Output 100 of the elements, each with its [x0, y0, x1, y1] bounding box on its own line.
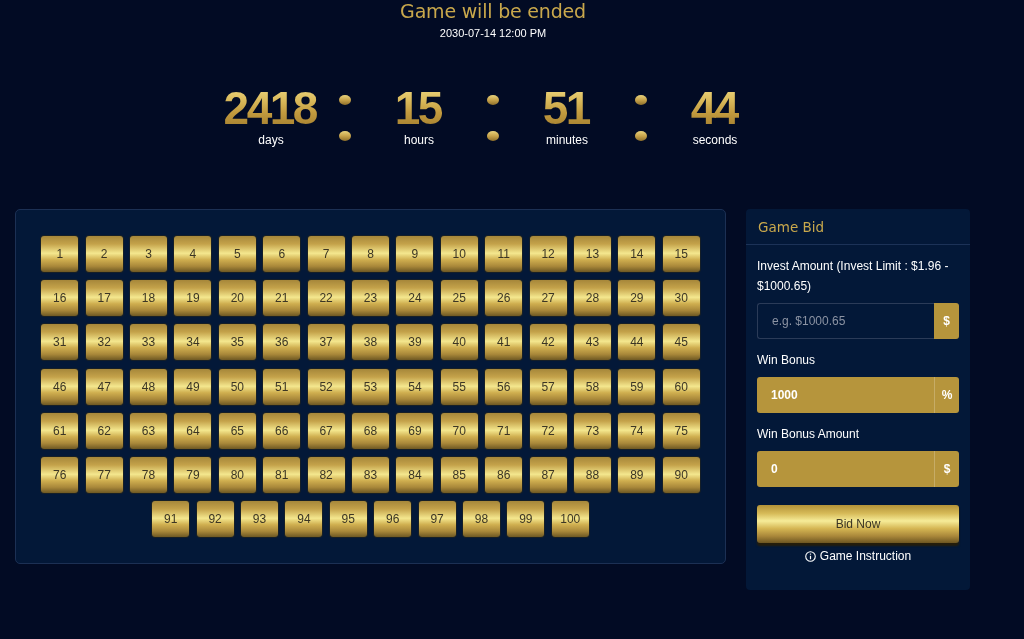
number-button[interactable]: 55 [440, 368, 478, 405]
number-button[interactable]: 94 [285, 501, 323, 538]
number-button[interactable]: 99 [507, 501, 545, 538]
number-button[interactable]: 4 [174, 236, 212, 272]
instruction-link[interactable]: Game Instruction [819, 548, 912, 564]
number-button[interactable]: 95 [329, 501, 367, 538]
number-button[interactable]: 11 [485, 236, 523, 272]
number-button[interactable]: 65 [218, 412, 256, 449]
number-button[interactable]: 47 [85, 368, 123, 405]
number-button[interactable]: 26 [485, 280, 523, 317]
number-button[interactable]: 29 [618, 280, 656, 317]
number-button[interactable]: 85 [440, 456, 478, 493]
number-button[interactable]: 24 [396, 280, 434, 317]
number-button[interactable]: 73 [573, 412, 611, 449]
number-button[interactable]: 39 [396, 324, 434, 361]
number-button[interactable]: 31 [41, 324, 79, 361]
number-button[interactable]: 53 [352, 368, 389, 405]
number-button[interactable]: 72 [529, 412, 567, 449]
number-button[interactable]: 38 [352, 324, 389, 361]
number-button[interactable]: 84 [396, 456, 434, 493]
number-button[interactable]: 48 [130, 368, 168, 405]
number-button[interactable]: 100 [551, 501, 589, 538]
number-button[interactable]: 43 [573, 324, 611, 361]
number-button[interactable]: 7 [307, 236, 345, 272]
number-button[interactable]: 86 [485, 456, 523, 493]
number-button[interactable]: 28 [573, 280, 611, 317]
number-button[interactable]: 98 [462, 501, 500, 538]
number-button[interactable]: 89 [618, 456, 656, 493]
number-button[interactable]: 93 [241, 501, 278, 538]
number-button[interactable]: 96 [374, 501, 412, 538]
number-button[interactable]: 3 [130, 236, 168, 272]
number-button[interactable]: 77 [85, 456, 123, 493]
number-button[interactable]: 25 [440, 280, 478, 317]
number-button[interactable]: 2 [85, 236, 123, 272]
number-button[interactable]: 21 [263, 280, 301, 317]
number-button[interactable]: 69 [396, 412, 434, 449]
number-button[interactable]: 34 [174, 324, 212, 361]
number-button[interactable]: 33 [130, 324, 168, 361]
number-button[interactable]: 23 [352, 280, 389, 317]
number-button[interactable]: 41 [485, 324, 523, 361]
number-button[interactable]: 91 [152, 501, 190, 538]
number-button[interactable]: 15 [662, 236, 700, 272]
number-button[interactable]: 46 [41, 368, 79, 405]
number-button[interactable]: 22 [307, 280, 345, 317]
number-button[interactable]: 30 [662, 280, 700, 317]
number-button[interactable]: 97 [418, 501, 456, 538]
number-button[interactable]: 66 [263, 412, 301, 449]
number-button[interactable]: 44 [618, 324, 656, 361]
number-button[interactable]: 71 [485, 412, 523, 449]
number-button[interactable]: 64 [174, 412, 212, 449]
number-button[interactable]: 75 [662, 412, 700, 449]
number-button[interactable]: 76 [41, 456, 79, 493]
number-button[interactable]: 6 [263, 236, 301, 272]
number-button[interactable]: 1 [41, 236, 79, 272]
number-button[interactable]: 20 [218, 280, 256, 317]
input-field[interactable]: e.g. $1000.65 [757, 303, 934, 339]
number-button[interactable]: 61 [41, 412, 79, 449]
number-button[interactable]: 19 [174, 280, 212, 317]
number-button[interactable]: 54 [396, 368, 434, 405]
number-button[interactable]: 79 [174, 456, 212, 493]
number-button[interactable]: 87 [529, 456, 567, 493]
number-button[interactable]: 18 [130, 280, 168, 317]
number-button[interactable]: 67 [307, 412, 345, 449]
number-button[interactable]: 51 [263, 368, 301, 405]
number-button[interactable]: 16 [41, 280, 79, 317]
number-button[interactable]: 50 [218, 368, 256, 405]
number-button[interactable]: 88 [573, 456, 611, 493]
number-button[interactable]: 40 [440, 324, 478, 361]
number-button[interactable]: 58 [573, 368, 611, 405]
number-button[interactable]: 62 [85, 412, 123, 449]
number-button[interactable]: 78 [130, 456, 168, 493]
number-button[interactable]: 49 [174, 368, 212, 405]
number-button[interactable]: 9 [396, 236, 434, 272]
number-button[interactable]: 42 [529, 324, 567, 361]
number-button[interactable]: 27 [529, 280, 567, 317]
number-button[interactable]: 37 [307, 324, 345, 361]
number-button[interactable]: 8 [352, 236, 389, 272]
number-button[interactable]: 92 [196, 501, 234, 538]
number-button[interactable]: 13 [573, 236, 611, 272]
number-button[interactable]: 32 [85, 324, 123, 361]
number-button[interactable]: 74 [618, 412, 656, 449]
number-button[interactable]: 83 [352, 456, 389, 493]
number-button[interactable]: 35 [218, 324, 256, 361]
number-button[interactable]: 10 [440, 236, 478, 272]
number-button[interactable]: 81 [263, 456, 301, 493]
number-button[interactable]: 60 [662, 368, 700, 405]
number-button[interactable]: 14 [618, 236, 656, 272]
number-button[interactable]: 36 [263, 324, 301, 361]
number-button[interactable]: 5 [218, 236, 256, 272]
number-button[interactable]: 59 [618, 368, 656, 405]
number-button[interactable]: 90 [662, 456, 700, 493]
number-button[interactable]: 68 [352, 412, 389, 449]
number-button[interactable]: 52 [307, 368, 345, 405]
number-button[interactable]: 80 [218, 456, 256, 493]
number-button[interactable]: 57 [529, 368, 567, 405]
number-button[interactable]: 45 [662, 324, 700, 361]
number-button[interactable]: 12 [529, 236, 567, 272]
number-button[interactable]: 70 [440, 412, 478, 449]
number-button[interactable]: 56 [485, 368, 523, 405]
number-button[interactable]: 17 [85, 280, 123, 317]
